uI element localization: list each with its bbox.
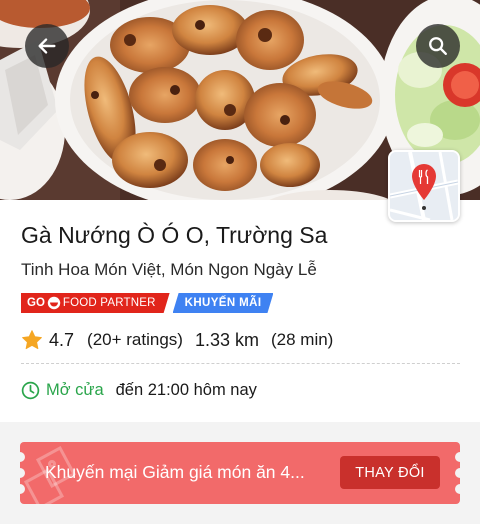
ratings-count: (20+ ratings) xyxy=(87,330,183,349)
map-thumbnail[interactable] xyxy=(388,150,460,222)
promotion-text: Khuyến mại Giảm giá món ăn 4... xyxy=(45,462,305,482)
back-button[interactable] xyxy=(25,24,69,68)
gofood-partner-badge: GO FOOD PARTNER xyxy=(21,293,170,313)
gofood-badge-prefix: GO xyxy=(27,297,45,309)
star-icon xyxy=(22,330,42,350)
change-promotion-button[interactable]: THAY ĐỔI xyxy=(340,456,440,489)
gofood-bowl-icon xyxy=(47,296,61,310)
arrow-left-icon xyxy=(38,38,56,54)
restaurant-name: Gà Nướng Ò Ó O, Trường Sa xyxy=(21,222,328,248)
search-button[interactable] xyxy=(416,24,460,68)
rating-value: 4.7 xyxy=(49,329,75,350)
badge-row: GO FOOD PARTNER KHUYẾN MÃI xyxy=(21,293,273,313)
distance: 1.33 km xyxy=(194,329,259,350)
clock-icon xyxy=(21,381,40,400)
open-status: Mở cửa xyxy=(46,381,104,399)
gofood-badge-suffix: FOOD PARTNER xyxy=(62,297,156,309)
promotion-banner[interactable]: Khuyến mại Giảm giá món ăn 4... THAY ĐỔI xyxy=(20,442,460,504)
closing-time: đến 21:00 hôm nay xyxy=(115,381,257,399)
delivery-duration: (28 min) xyxy=(270,330,334,349)
dashed-divider xyxy=(21,363,460,364)
restaurant-cuisine: Tinh Hoa Món Việt, Món Ngon Ngày Lễ xyxy=(21,260,317,279)
restaurant-stats: 4.7 (20+ ratings) 1.33 km (28 min) xyxy=(21,328,333,352)
promo-badge: KHUYẾN MÃI xyxy=(173,293,274,313)
opening-hours: Mở cửa đến 21:00 hôm nay xyxy=(21,381,257,400)
search-icon xyxy=(429,37,447,55)
